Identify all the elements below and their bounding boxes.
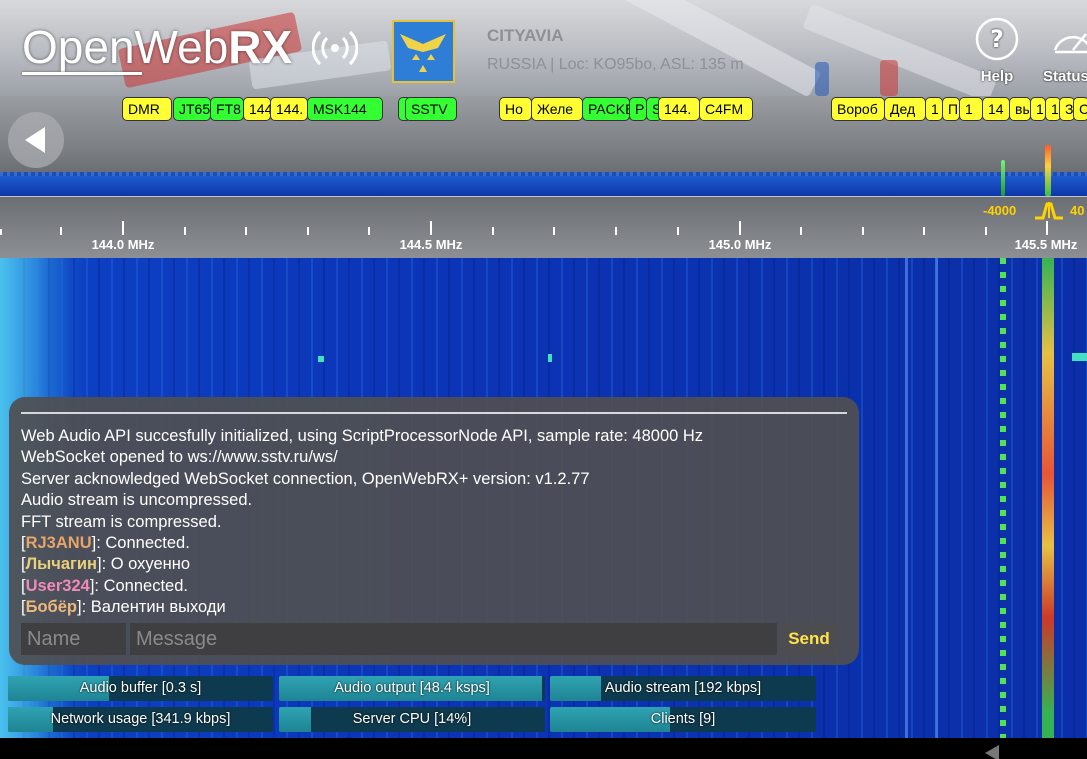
chat-text: : Валентин выходи [81,598,226,617]
spectrum-floor [0,176,1087,196]
bookmark-item[interactable]: SSTV [405,97,457,121]
log-line: Web Audio API succesfully initialized, u… [21,427,704,445]
bar-label: Audio buffer [0.3 s] [79,680,202,696]
bookmark-item[interactable]: JT65 [173,97,211,121]
filter-offset-low: -4000 [983,203,1017,218]
bookmark-item[interactable]: Дед [884,97,926,121]
chat-divider [21,412,847,414]
passband-marker-icon[interactable] [1033,200,1065,220]
help-button[interactable]: ? Help [973,16,1021,85]
send-button[interactable]: Send [780,623,838,655]
bar-label: Audio stream [192 kbps] [604,680,762,696]
app-logo[interactable]: OpenWebRX [22,20,292,74]
bookmark-item[interactable]: 144. [270,97,308,121]
bookmark-item[interactable]: Ho [499,97,532,121]
waterfall-signal [935,258,938,738]
status-label: Status [1043,68,1087,85]
nav-back-icon[interactable] [985,745,999,759]
chat-message-input[interactable] [130,623,777,655]
waterfall-signal [1000,258,1006,738]
bar-label: Server CPU [14%] [352,711,472,727]
chat-message: [User324]: Connected. [21,576,188,595]
scale-label: 145.5 MHz [1014,237,1078,252]
scale-label: 144.0 MHz [91,237,155,252]
log-line: Audio stream is uncompressed. [21,491,253,510]
chat-nick: User324 [25,576,90,595]
help-label: Help [980,68,1014,85]
scale-label: 145.0 MHz [708,237,772,252]
bookmark-item[interactable]: 14 [982,97,1010,121]
spectrum-peak [1001,160,1005,196]
logo-underline [22,72,142,75]
radio-waves-icon [312,30,358,66]
audio-stream-bar: Audio stream [192 kbps] [550,676,816,701]
svg-text:?: ? [990,25,1004,53]
bookmark-item[interactable]: FT8 [210,97,244,121]
chat-message: [RJ3ANU]: Connected. [21,534,190,553]
arrow-left-icon [25,127,45,153]
spectrum-peak [1045,145,1051,196]
waterfall-signal [1042,258,1054,738]
logo-rx: RX [228,21,293,73]
bookmark-item[interactable]: Желе [531,97,583,121]
chat-nick: Лычагин [25,555,97,574]
scale-label: 144.5 MHz [399,237,463,252]
waterfall-signal [905,258,908,738]
log-line: Server acknowledged WebSocket connection… [21,469,590,488]
coat-of-arms-icon [400,34,446,72]
chat-log: Web Audio API succesfully initialized, u… [21,426,847,619]
chat-nick: Бобёр [25,598,77,617]
bookmark-item[interactable]: 1 [1030,97,1046,121]
waterfall-blip [318,356,324,362]
bookmark-item[interactable]: P [629,97,647,121]
chat-text: : О охуенно [101,555,191,574]
chat-text: : Connected. [94,576,188,595]
bookmark-item[interactable]: С [1073,97,1087,121]
openwebrx-screen: OpenWebRX CITYAVIA RUSSIA | Loc: KO95bo,… [0,0,1087,759]
logo-open: Open [22,21,135,73]
bar-label: Clients [9] [650,711,716,727]
server-cpu-bar: Server CPU [14%] [279,707,545,732]
bar-label: Network usage [341.9 kbps] [50,711,231,727]
bookmark-item[interactable]: C4FM [699,97,753,121]
audio-output-bar: Audio output [48.4 ksps] [279,676,545,701]
system-nav-bar [0,738,1087,759]
chat-panel: Web Audio API succesfully initialized, u… [9,397,859,665]
bookmark-item[interactable]: Вороб [831,97,885,121]
receiver-avatar [392,20,455,83]
network-usage-bar: Network usage [341.9 kbps] [8,707,273,732]
chat-name-input[interactable] [21,623,126,655]
gauge-icon [1053,33,1087,54]
audio-buffer-bar: Audio buffer [0.3 s] [8,676,273,701]
receiver-name: CITYAVIA [487,26,564,45]
logo-web: Web [134,21,229,73]
chat-message: [Бобёр]: Валентин выходи [21,598,226,617]
bookmark-item[interactable]: MSK144 [307,97,383,121]
filter-offset-high: 40 [1070,203,1085,218]
log-line: FFT stream is compressed. [21,512,222,531]
bookmark-item[interactable]: вы [1009,97,1031,121]
bookmark-item[interactable]: 1 [925,97,943,121]
back-button[interactable] [8,112,64,168]
chat-text: : Connected. [96,534,190,553]
bookmark-item[interactable]: 144. [658,97,700,121]
log-line: WebSocket opened to ws://www.sstv.ru/ws/ [21,448,338,467]
chat-nick: RJ3ANU [25,534,92,553]
question-circle-icon: ? [975,17,1019,61]
status-button[interactable]: Status [1043,16,1087,85]
bookmark-item[interactable]: DMR [122,97,172,121]
receiver-location: RUSSIA | Loc: KO95bo, ASL: 135 m [487,56,744,73]
chat-message: [Лычагин]: О охуенно [21,555,191,574]
bookmark-item[interactable]: 1 [959,97,983,121]
top-header: OpenWebRX CITYAVIA RUSSIA | Loc: KO95bo,… [0,0,1087,96]
clients-bar: Clients [9] [550,707,816,732]
waterfall-blip [1072,353,1087,361]
waterfall-blip [548,354,552,362]
frequency-scale[interactable]: 144.0 MHz 144.5 MHz 145.0 MHz 145.5 MHz … [0,196,1087,258]
bar-label: Audio output [48.4 ksps] [334,680,490,696]
bookmark-item[interactable]: П [942,97,960,121]
bookmark-item[interactable]: PACKET [582,97,630,121]
bookmark-item[interactable]: 144. [243,97,271,121]
